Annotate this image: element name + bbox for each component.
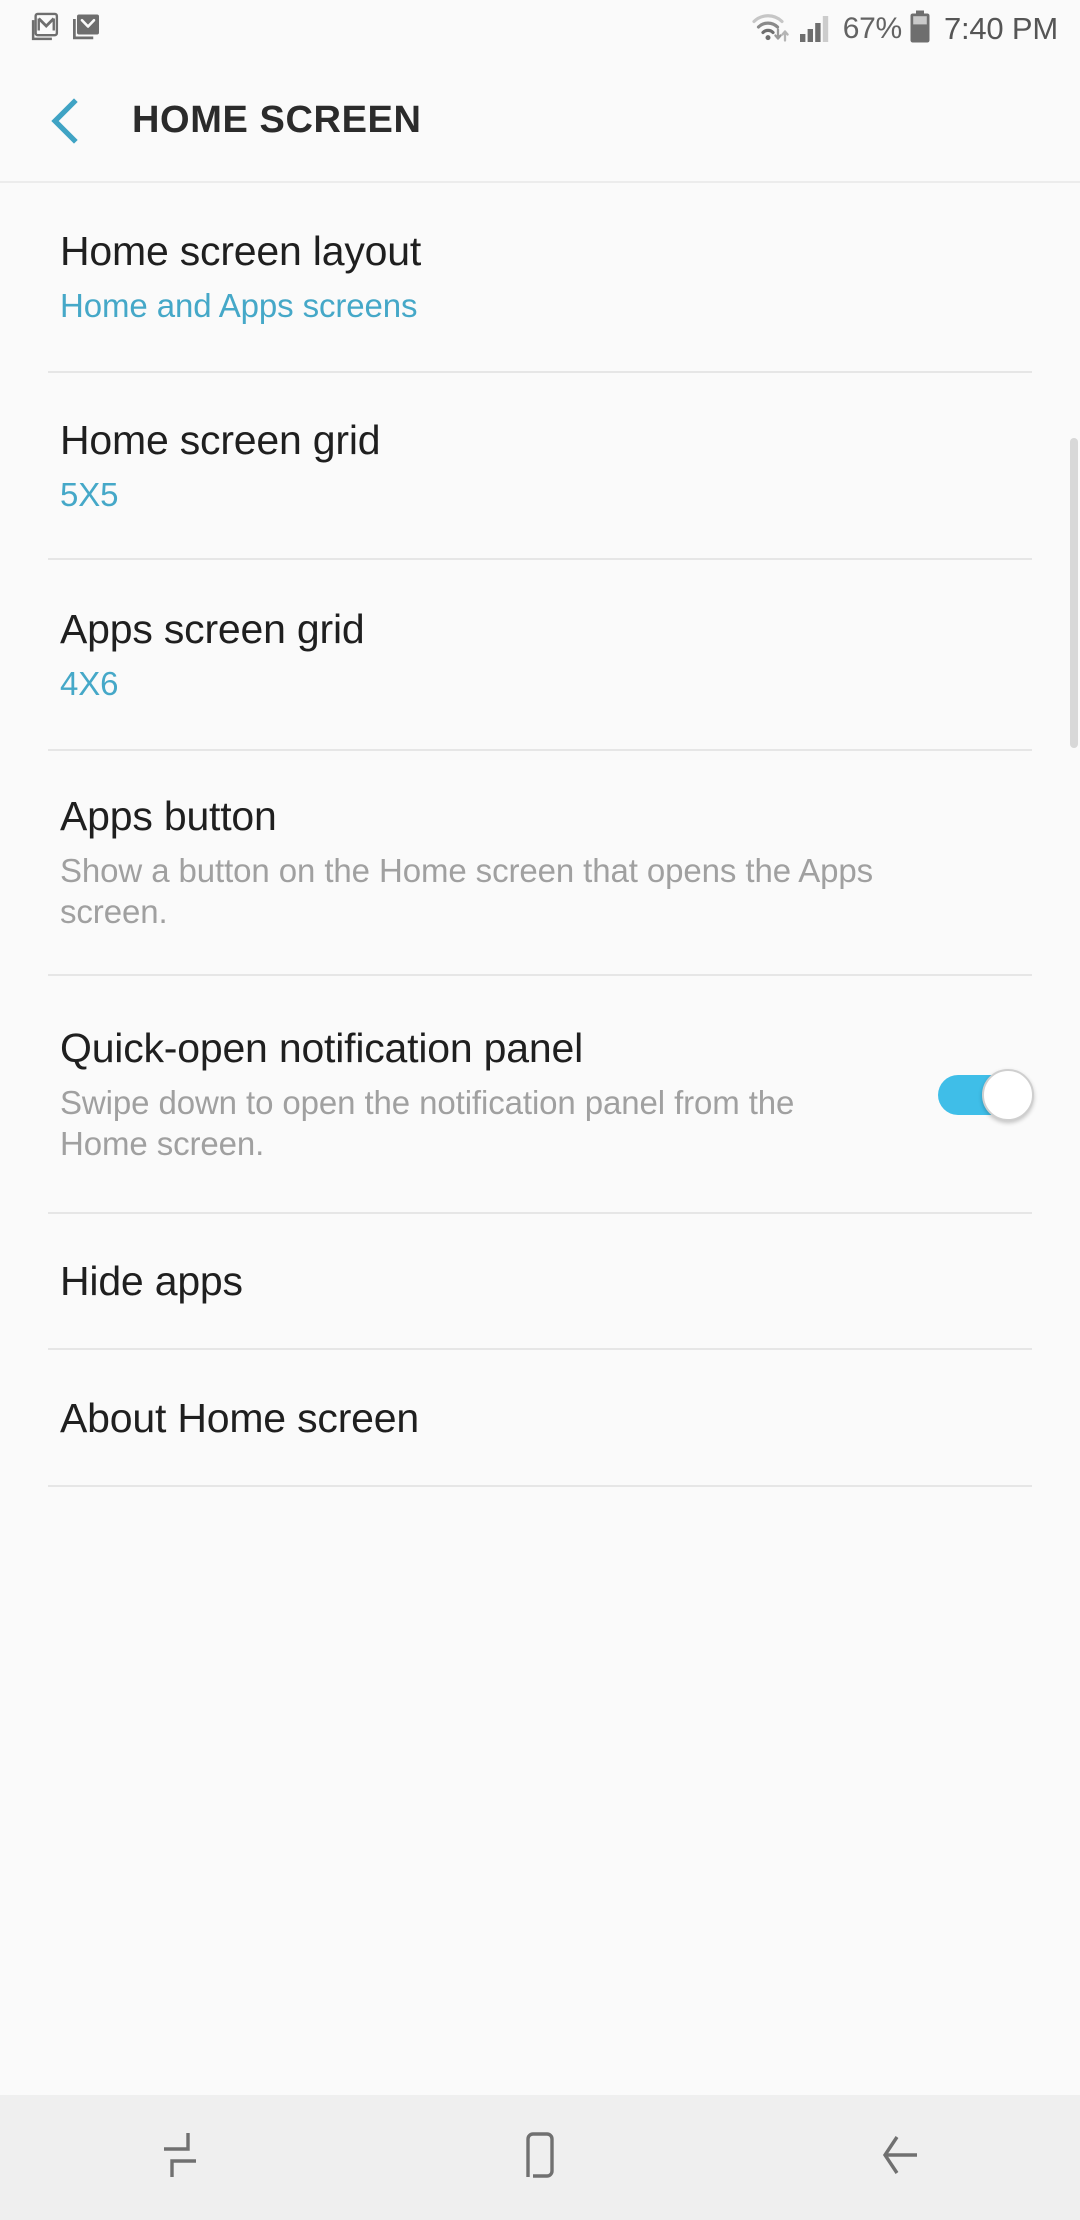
quick-open-notification-panel-toggle[interactable] [938, 1069, 1034, 1121]
list-item-title: About Home screen [60, 1394, 419, 1441]
scrollbar[interactable] [1070, 438, 1078, 748]
back-chevron-icon[interactable] [42, 92, 90, 150]
battery-icon [908, 10, 932, 49]
app-bar: HOME SCREEN [0, 58, 1080, 183]
list-item-title: Home screen grid [60, 416, 381, 463]
list-divider [48, 1485, 1032, 1487]
status-bar-notification-icons [30, 12, 102, 47]
list-item-title: Hide apps [60, 1258, 243, 1305]
status-bar-system-icons: 67% 7:40 PM [751, 10, 1058, 49]
toggle-knob [982, 1069, 1034, 1121]
home-button[interactable] [360, 2095, 720, 2220]
recents-button[interactable] [0, 2095, 360, 2220]
list-item[interactable]: Apps screen grid 4X6 [0, 560, 1080, 751]
settings-list: Home screen layout Home and Apps screens… [0, 183, 1080, 2095]
phone-screen: 67% 7:40 PM HOME SCREEN Home screen layo… [0, 0, 1080, 2220]
list-item[interactable]: Home screen layout Home and Apps screens [0, 183, 1080, 373]
gmail-icon [30, 12, 60, 47]
back-arrow-icon [873, 2127, 927, 2188]
back-button[interactable] [720, 2095, 1080, 2220]
status-bar-clock: 7:40 PM [943, 11, 1058, 46]
list-item-subtitle: Home and Apps screens [60, 287, 418, 325]
home-icon [516, 2127, 564, 2188]
list-item-title: Quick-open notification panel [60, 1024, 583, 1071]
list-item[interactable]: Apps button Show a button on the Home sc… [0, 751, 1080, 976]
list-item[interactable]: Home screen grid 5X5 [0, 373, 1080, 560]
list-item-subtitle: 4X6 [60, 664, 119, 702]
list-item[interactable]: Hide apps [0, 1214, 1080, 1350]
list-item-subtitle: 5X5 [60, 475, 119, 513]
list-item-title: Apps button [60, 793, 277, 840]
list-item[interactable]: Quick-open notification panel Swipe down… [0, 976, 1080, 1214]
list-item-subtitle: Swipe down to open the notification pane… [60, 1083, 795, 1162]
page-title: HOME SCREEN [132, 99, 422, 141]
list-item-title: Apps screen grid [60, 605, 365, 652]
cellular-signal-icon [799, 11, 833, 48]
list-item-title: Home screen layout [60, 228, 422, 275]
battery-percentage: 67% [842, 12, 902, 45]
list-item-subtitle: Show a button on the Home screen that op… [60, 852, 874, 931]
recents-icon [154, 2127, 206, 2188]
list-item[interactable]: About Home screen [0, 1350, 1080, 1487]
email-envelope-icon [72, 12, 102, 47]
wifi-with-transfer-arrows-icon [751, 10, 793, 49]
status-bar: 67% 7:40 PM [0, 0, 1080, 58]
navigation-bar [0, 2095, 1080, 2220]
